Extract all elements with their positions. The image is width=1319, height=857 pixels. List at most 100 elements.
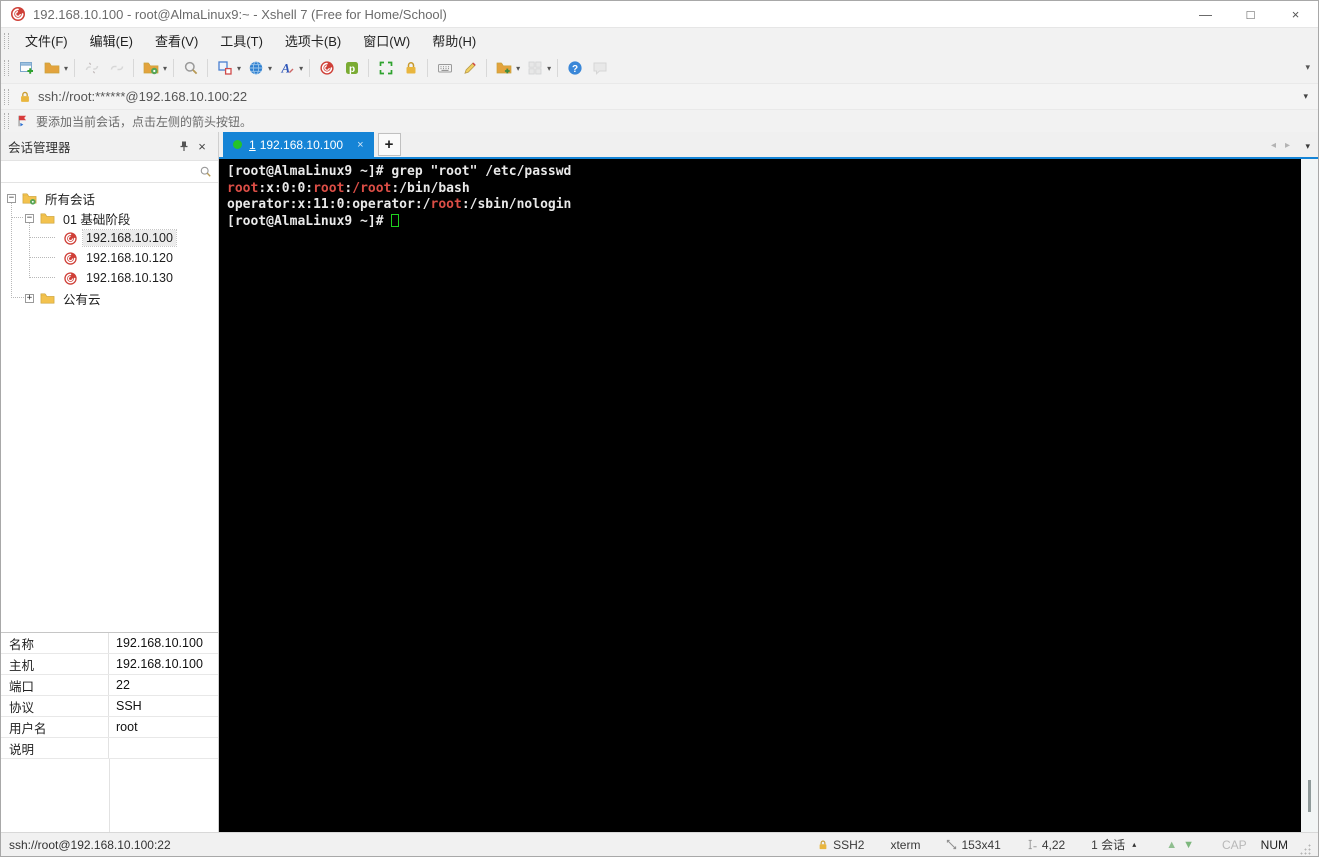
menu-edit[interactable]: 编辑(E): [79, 28, 144, 53]
collapse-icon[interactable]: −: [7, 193, 16, 203]
session-list-caret-icon[interactable]: ▴: [1132, 840, 1136, 849]
tab-scroll-left-icon[interactable]: ◂: [1271, 140, 1276, 151]
open-url-icon: [248, 60, 264, 76]
scrollbar-thumb[interactable]: [1308, 780, 1311, 812]
address-url[interactable]: ssh://root:******@192.168.10.100:22: [38, 89, 1303, 104]
menu-tabs[interactable]: 选项卡(B): [274, 28, 352, 53]
minimize-button[interactable]: —: [1183, 1, 1228, 27]
open-url-dropdown-caret[interactable]: ▾: [268, 64, 272, 73]
tree-item-label[interactable]: 192.168.10.100: [82, 229, 177, 247]
tab-list-caret[interactable]: ▾: [1305, 141, 1310, 152]
reconnect-button: [104, 56, 129, 80]
tree-item-label[interactable]: 192.168.10.130: [83, 270, 176, 286]
session-manager-panel: 会话管理器 × − 所有会话 −01 基础阶段 192.168.10.100 192.1…: [1, 132, 219, 832]
property-value[interactable]: 22: [109, 675, 218, 695]
compose-pane-icon: [462, 60, 478, 76]
property-value[interactable]: SSH: [109, 696, 218, 716]
open-session-icon: [44, 60, 60, 76]
status-cursor-position: 4,22: [1027, 838, 1065, 852]
tree-item-192.168.10.100[interactable]: 192.168.10.100: [1, 228, 218, 248]
menu-window[interactable]: 窗口(W): [352, 28, 421, 53]
tab-close-icon[interactable]: ×: [357, 139, 363, 151]
property-value[interactable]: 192.168.10.100: [109, 654, 218, 674]
find-button[interactable]: [178, 56, 203, 80]
terminal[interactable]: [root@AlmaLinux9 ~]# grep "root" /etc/pa…: [219, 159, 1301, 832]
virtual-keyboard-button[interactable]: [432, 56, 457, 80]
tree-item-192.168.10.120[interactable]: 192.168.10.120: [1, 248, 218, 268]
expand-icon[interactable]: +: [25, 293, 34, 303]
next-session-icon[interactable]: ▼: [1183, 839, 1194, 851]
help-button[interactable]: ?: [562, 56, 587, 80]
session-properties-button[interactable]: [138, 56, 163, 80]
tree-item-所有会话[interactable]: − 所有会话: [1, 188, 218, 208]
resize-icon: [946, 839, 957, 850]
fullscreen-button[interactable]: [373, 56, 398, 80]
toolbar-overflow-caret[interactable]: ▾: [1305, 62, 1310, 73]
virtual-keyboard-icon: [437, 60, 453, 76]
font-icon: A: [279, 60, 295, 76]
property-value[interactable]: root: [109, 717, 218, 737]
open-url-button[interactable]: [243, 56, 268, 80]
menu-tools[interactable]: 工具(T): [209, 28, 274, 53]
info-bar: 要添加当前会话，点击左侧的箭头按钮。: [1, 109, 1318, 132]
status-terminal-type: xterm: [890, 837, 921, 852]
tree-item-label[interactable]: 所有会话: [42, 188, 98, 209]
menu-file[interactable]: 文件(F): [14, 28, 79, 53]
font-dropdown-caret[interactable]: ▾: [299, 64, 303, 73]
session-properties-table: 名称 192.168.10.100 主机 192.168.10.100 端口 22 协议 SS…: [1, 632, 218, 832]
property-row: 端口 22: [1, 675, 218, 696]
property-value[interactable]: [109, 738, 218, 758]
maximize-button[interactable]: □: [1228, 1, 1273, 27]
compose-pane-button[interactable]: [457, 56, 482, 80]
address-dropdown-caret[interactable]: ▾: [1303, 91, 1308, 102]
terminal-text: [root@AlmaLinux9 ~]# grep "root" /etc/pa…: [227, 164, 572, 179]
window-layout-button[interactable]: [212, 56, 237, 80]
prev-session-icon[interactable]: ▲: [1166, 839, 1177, 851]
open-session-button[interactable]: [39, 56, 64, 80]
quick-commands-dropdown-caret[interactable]: ▾: [516, 64, 520, 73]
info-message: 要添加当前会话，点击左侧的箭头按钮。: [36, 114, 253, 129]
menu-view[interactable]: 查看(V): [144, 28, 209, 53]
tile-windows-button: [522, 56, 547, 80]
session-tree: − 所有会话 −01 基础阶段 192.168.10.100 192.168.10.12…: [1, 183, 218, 632]
session-properties-icon: [143, 60, 159, 76]
resize-grip[interactable]: [1298, 842, 1312, 856]
tab-session[interactable]: 1 192.168.10.100 ×: [223, 132, 374, 157]
tree-item-label[interactable]: 公有云: [60, 288, 104, 309]
pin-icon[interactable]: [175, 137, 193, 155]
svg-text:A: A: [280, 61, 290, 76]
fullscreen-icon: [378, 60, 394, 76]
terminal-line: [root@AlmaLinux9 ~]# grep "root" /etc/pa…: [227, 164, 1301, 181]
terminal-scrollbar[interactable]: [1301, 159, 1318, 832]
tree-item-label[interactable]: 01 基础阶段: [60, 208, 133, 229]
session-icon: [63, 251, 78, 266]
tree-item-192.168.10.130[interactable]: 192.168.10.130: [1, 268, 218, 288]
new-session-button[interactable]: [14, 56, 39, 80]
open-session-dropdown-caret[interactable]: ▾: [64, 64, 68, 73]
lock-screen-button[interactable]: [398, 56, 423, 80]
tree-item-01-基础阶段[interactable]: − 01 基础阶段: [1, 208, 218, 228]
close-button[interactable]: ×: [1273, 1, 1318, 27]
quick-commands-button[interactable]: [491, 56, 516, 80]
xshell-button[interactable]: [314, 56, 339, 80]
window-layout-dropdown-caret[interactable]: ▾: [237, 64, 241, 73]
status-session-count[interactable]: 1 会话 ▴: [1091, 836, 1136, 853]
menu-help[interactable]: 帮助(H): [421, 28, 487, 53]
session-properties-dropdown-caret[interactable]: ▾: [163, 64, 167, 73]
new-tab-button[interactable]: +: [377, 133, 401, 156]
tree-guide-line: [11, 201, 12, 298]
close-panel-icon[interactable]: ×: [193, 137, 211, 155]
tree-item-label[interactable]: 192.168.10.120: [83, 250, 176, 266]
font-button[interactable]: A: [274, 56, 299, 80]
tab-scroll-right-icon[interactable]: ▸: [1285, 140, 1290, 151]
drag-grip: [4, 60, 9, 76]
status-connection: ssh://root@192.168.10.100:22: [9, 837, 171, 852]
tree-item-公有云[interactable]: + 公有云: [1, 288, 218, 308]
xftp-button[interactable]: p: [339, 56, 364, 80]
session-search-input[interactable]: [7, 164, 199, 179]
collapse-icon[interactable]: −: [25, 213, 34, 223]
terminal-line: operator:x:11:0:operator:/root:/sbin/nol…: [227, 197, 1301, 214]
lock-icon: [18, 90, 32, 104]
property-value[interactable]: 192.168.10.100: [109, 633, 218, 653]
property-label: 端口: [1, 675, 109, 695]
